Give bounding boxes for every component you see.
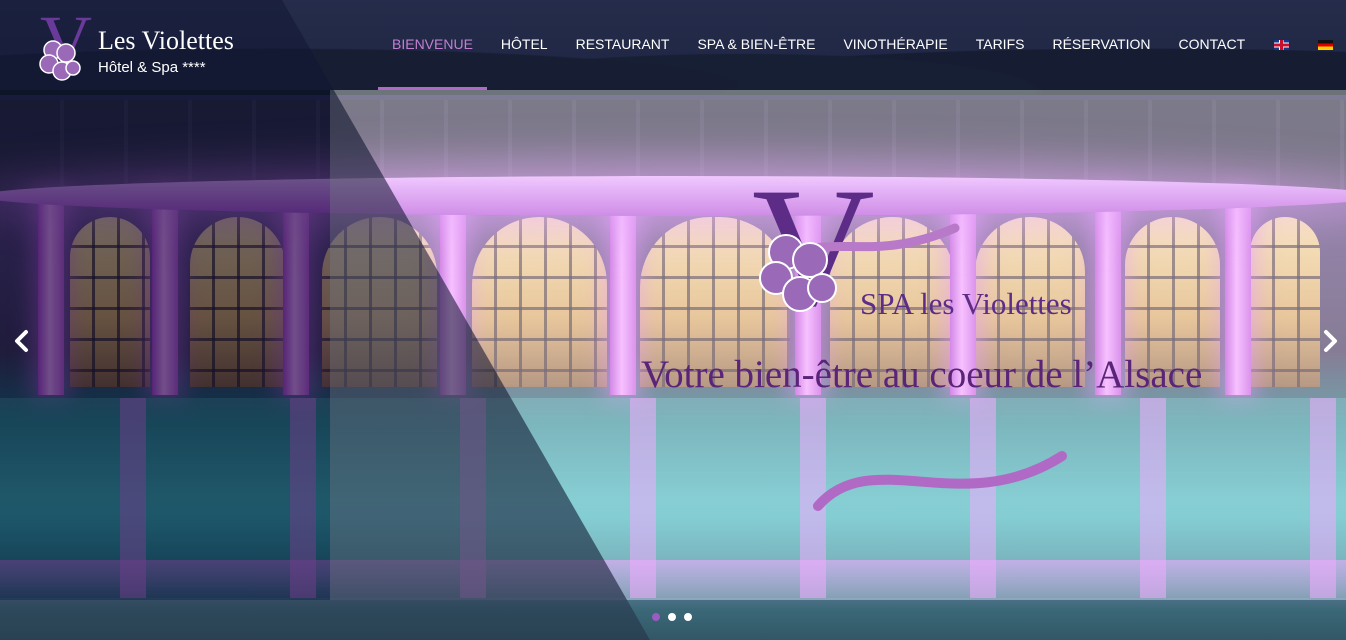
- nav-item-bienvenue[interactable]: BIENVENUE: [378, 0, 487, 90]
- main-nav: BIENVENUE HÔTEL RESTAURANT SPA & BIEN-ÊT…: [378, 0, 1346, 90]
- language-german[interactable]: [1303, 0, 1346, 90]
- spa-logo: V SPA les Violettes: [750, 162, 1130, 340]
- nav-item-tarifs[interactable]: TARIFS: [962, 0, 1039, 90]
- chevron-left-icon[interactable]: [8, 325, 36, 357]
- flag-en-icon: [1273, 40, 1289, 50]
- nav-item-reservation[interactable]: RÉSERVATION: [1038, 0, 1164, 90]
- hero-slider: V SPA les Violettes Votre bien-être au c…: [0, 0, 1346, 640]
- nav-item-spa[interactable]: SPA & BIEN-ÊTRE: [683, 0, 829, 90]
- flag-de-icon: [1317, 40, 1333, 50]
- spa-name: SPA les Violettes: [860, 286, 1072, 321]
- brand-subtitle: Hôtel & Spa ****: [98, 59, 206, 76]
- chevron-right-icon[interactable]: [1316, 325, 1344, 357]
- nav-item-vinotherapie[interactable]: VINOTHÉRAPIE: [829, 0, 961, 90]
- nav-item-restaurant[interactable]: RESTAURANT: [562, 0, 684, 90]
- carousel-indicators: [652, 613, 692, 621]
- language-english[interactable]: [1259, 0, 1303, 90]
- violet-flower-icon: [39, 40, 81, 81]
- carousel-dot[interactable]: [652, 613, 660, 621]
- carousel-dot[interactable]: [668, 613, 676, 621]
- nav-item-contact[interactable]: CONTACT: [1165, 0, 1260, 90]
- nav-item-hotel[interactable]: HÔTEL: [487, 0, 562, 90]
- slide-tagline: Votre bien-être au coeur de l’Alsace: [641, 353, 1203, 396]
- carousel-dot[interactable]: [684, 613, 692, 621]
- brand-title: Les Violettes: [98, 26, 234, 55]
- violet-flower-icon: [759, 234, 837, 312]
- site-logo[interactable]: V Les Violettes Hôtel & Spa ****: [38, 1, 268, 82]
- wave-decoration-icon: [813, 451, 1067, 511]
- site-header: V Les Violettes Hôtel & Spa **** BIENVEN…: [0, 0, 1346, 90]
